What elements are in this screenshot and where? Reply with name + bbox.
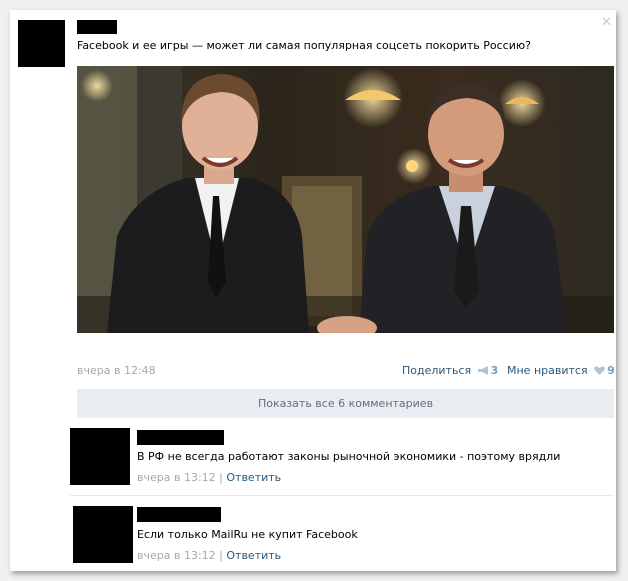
like-count: 9 (607, 364, 615, 377)
comment-text: В РФ не всегда работают законы рыночной … (137, 450, 561, 463)
share-label: Поделиться (402, 364, 472, 377)
comment-author-avatar[interactable] (70, 428, 130, 485)
comment-divider (70, 495, 614, 496)
close-icon[interactable]: ✕ (601, 16, 612, 30)
comment-author-name-redacted[interactable] (137, 430, 224, 445)
post-photo[interactable] (77, 66, 614, 333)
post-author-name-redacted[interactable] (77, 20, 117, 34)
comment-meta: вчера в 13:12 | Ответить (137, 471, 281, 484)
heart-icon (594, 366, 605, 375)
comment-meta: вчера в 13:12 | Ответить (137, 549, 281, 562)
like-label: Мне нравится (507, 364, 588, 377)
post-time[interactable]: вчера в 12:48 (77, 364, 156, 377)
share-count: 3 (490, 364, 499, 377)
megaphone-icon (477, 366, 488, 375)
like-button[interactable]: Мне нравится 9 (507, 364, 615, 377)
comment-text: Если только MailRu не купит Facebook (137, 528, 358, 541)
comment-author-name-redacted[interactable] (137, 507, 221, 522)
share-button[interactable]: Поделиться 3 (402, 364, 498, 377)
comment-time[interactable]: вчера в 13:12 (137, 471, 216, 484)
meta-separator: | (219, 549, 223, 562)
photo-illustration (77, 66, 614, 333)
reply-link[interactable]: Ответить (226, 549, 281, 562)
comment-author-avatar[interactable] (73, 506, 133, 563)
comment-time[interactable]: вчера в 13:12 (137, 549, 216, 562)
post-text: Facebook и ее игры — может ли самая попу… (77, 39, 531, 52)
show-all-comments-button[interactable]: Показать все 6 комментариев (77, 389, 614, 418)
meta-separator: | (219, 471, 223, 484)
post-author-avatar[interactable] (18, 20, 65, 67)
reply-link[interactable]: Ответить (226, 471, 281, 484)
